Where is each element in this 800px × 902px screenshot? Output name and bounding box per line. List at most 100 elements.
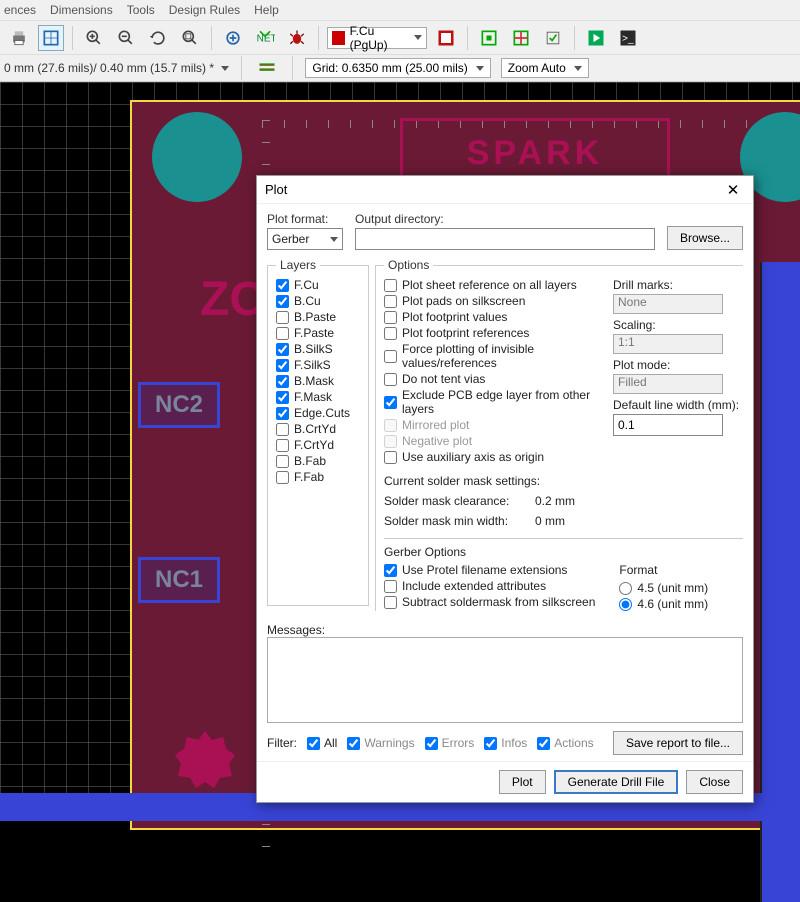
chevron-down-icon — [574, 66, 582, 71]
option-checkbox: Mirrored plot — [384, 418, 601, 432]
save-report-button[interactable]: Save report to file... — [613, 731, 743, 755]
layer-checkbox[interactable]: F.Paste — [276, 326, 360, 340]
options-fieldset: Options Plot sheet reference on all laye… — [375, 258, 743, 611]
module-editor-icon[interactable] — [476, 25, 502, 51]
layer-checkbox[interactable]: B.SilkS — [276, 342, 360, 356]
chevron-down-icon — [476, 66, 484, 71]
layer-checkbox[interactable]: B.CrtYd — [276, 422, 360, 436]
plot-mode-label: Plot mode: — [613, 358, 743, 372]
chevron-down-icon — [221, 66, 229, 71]
gerber-option-checkbox[interactable]: Use Protel filename extensions — [384, 563, 595, 577]
grid-selector[interactable]: Grid: 0.6350 mm (25.00 mils) — [305, 58, 490, 78]
mask-clearance-value: 0.2 mm — [535, 494, 575, 508]
option-checkbox[interactable]: Plot footprint references — [384, 326, 601, 340]
plot-format-select[interactable]: Gerber — [267, 228, 343, 250]
filter-errors-checkbox[interactable]: Errors — [425, 736, 475, 750]
option-checkbox[interactable]: Do not tent vias — [384, 372, 601, 386]
gerber-option-checkbox[interactable]: Include extended attributes — [384, 579, 595, 593]
chevron-down-icon — [330, 237, 338, 242]
layer-selector[interactable]: F.Cu (PgUp) — [327, 27, 427, 49]
drill-marks-select[interactable]: None — [613, 294, 723, 314]
scaling-label: Scaling: — [613, 318, 743, 332]
zoom-fit-icon[interactable] — [177, 25, 203, 51]
drill-marks-label: Drill marks: — [613, 278, 743, 292]
menu-item[interactable]: Design Rules — [169, 3, 240, 17]
mask-minwidth-label: Solder mask min width: — [384, 514, 529, 528]
messages-textarea[interactable] — [267, 637, 743, 723]
plot-icon[interactable] — [38, 25, 64, 51]
separator — [292, 56, 293, 80]
option-checkbox[interactable]: Plot pads on silkscreen — [384, 294, 601, 308]
filter-all-checkbox[interactable]: All — [307, 736, 337, 750]
layer-checkbox[interactable]: B.Fab — [276, 454, 360, 468]
route-icon[interactable] — [254, 55, 280, 81]
zoom-in-icon[interactable] — [81, 25, 107, 51]
menu-item[interactable]: Help — [254, 3, 279, 17]
layer-checkbox[interactable]: F.CrtYd — [276, 438, 360, 452]
option-checkbox[interactable]: Force plotting of invisible values/refer… — [384, 342, 601, 370]
module-viewer-icon[interactable] — [508, 25, 534, 51]
generate-drill-file-button[interactable]: Generate Drill File — [554, 770, 679, 794]
separator — [241, 56, 242, 80]
layer-color-swatch — [332, 31, 345, 45]
mask-clearance-label: Solder mask clearance: — [384, 494, 529, 508]
plot-button[interactable]: Plot — [499, 770, 546, 794]
menu-item[interactable]: ences — [4, 3, 36, 17]
option-checkbox[interactable]: Plot sheet reference on all layers — [384, 278, 601, 292]
svg-text:>_: >_ — [622, 33, 634, 44]
plot-mode-select[interactable]: Filled — [613, 374, 723, 394]
format-radio[interactable]: 4.5 (unit mm) — [619, 581, 708, 595]
option-checkbox[interactable]: Use auxiliary axis as origin — [384, 450, 601, 464]
bug-icon[interactable] — [284, 25, 310, 51]
mask-settings-head: Current solder mask settings: — [384, 474, 743, 488]
option-checkbox: Negative plot — [384, 434, 601, 448]
layers-legend: Layers — [276, 258, 320, 272]
plot-format-label: Plot format: — [267, 212, 343, 226]
format-radio[interactable]: 4.6 (unit mm) — [619, 597, 708, 611]
filter-label: Filter: — [267, 736, 297, 750]
default-linewidth-input[interactable] — [613, 414, 723, 436]
redraw-icon[interactable] — [145, 25, 171, 51]
dialog-titlebar[interactable]: Plot ✕ — [257, 176, 753, 204]
zoom-out-icon[interactable] — [113, 25, 139, 51]
menu-item[interactable]: Tools — [127, 3, 155, 17]
chevron-down-icon — [414, 35, 422, 40]
layer-checkbox[interactable]: F.SilkS — [276, 358, 360, 372]
layer-checkbox[interactable]: B.Cu — [276, 294, 360, 308]
separator — [211, 26, 212, 50]
format-legend: Format — [619, 563, 708, 577]
secondary-toolbar: 0 mm (27.6 mils)/ 0.40 mm (15.7 mils) * … — [0, 54, 800, 82]
close-icon[interactable]: ✕ — [721, 178, 745, 202]
track-width-status[interactable]: 0 mm (27.6 mils)/ 0.40 mm (15.7 mils) * — [4, 61, 229, 75]
gerber-option-checkbox[interactable]: Subtract soldermask from silkscreen — [384, 595, 595, 609]
browse-button[interactable]: Browse... — [667, 226, 743, 250]
script-icon[interactable]: >_ — [615, 25, 641, 51]
filter-actions-checkbox[interactable]: Actions — [537, 736, 593, 750]
layer-checkbox[interactable]: Edge.Cuts — [276, 406, 360, 420]
filter-warnings-checkbox[interactable]: Warnings — [347, 736, 414, 750]
zoom-area-icon[interactable] — [220, 25, 246, 51]
option-checkbox[interactable]: Exclude PCB edge layer from other layers — [384, 388, 601, 416]
layer-manager-icon[interactable] — [433, 25, 459, 51]
layer-checkbox[interactable]: F.Mask — [276, 390, 360, 404]
play-icon[interactable] — [583, 25, 609, 51]
layer-checkbox[interactable]: F.Cu — [276, 278, 360, 292]
net-icon[interactable]: NET — [252, 25, 278, 51]
filter-infos-checkbox[interactable]: Infos — [484, 736, 527, 750]
mounting-hole — [152, 112, 242, 202]
menu-item[interactable]: Dimensions — [50, 3, 113, 17]
drc-icon[interactable] — [540, 25, 566, 51]
layer-checkbox[interactable]: B.Mask — [276, 374, 360, 388]
option-checkbox[interactable]: Plot footprint values — [384, 310, 601, 324]
pad-label-nc1: NC1 — [138, 557, 220, 603]
layer-checkbox[interactable]: B.Paste — [276, 310, 360, 324]
format-fieldset: Format 4.5 (unit mm) 4.6 (unit mm) — [619, 563, 708, 611]
default-linewidth-label: Default line width (mm): — [613, 398, 743, 412]
print-icon[interactable] — [6, 25, 32, 51]
close-button[interactable]: Close — [686, 770, 743, 794]
scaling-select[interactable]: 1:1 — [613, 334, 723, 354]
plot-dialog: Plot ✕ Plot format: Gerber Output direct… — [256, 175, 754, 803]
layer-checkbox[interactable]: F.Fab — [276, 470, 360, 484]
output-directory-input[interactable] — [355, 228, 655, 250]
zoom-selector[interactable]: Zoom Auto — [501, 58, 589, 78]
